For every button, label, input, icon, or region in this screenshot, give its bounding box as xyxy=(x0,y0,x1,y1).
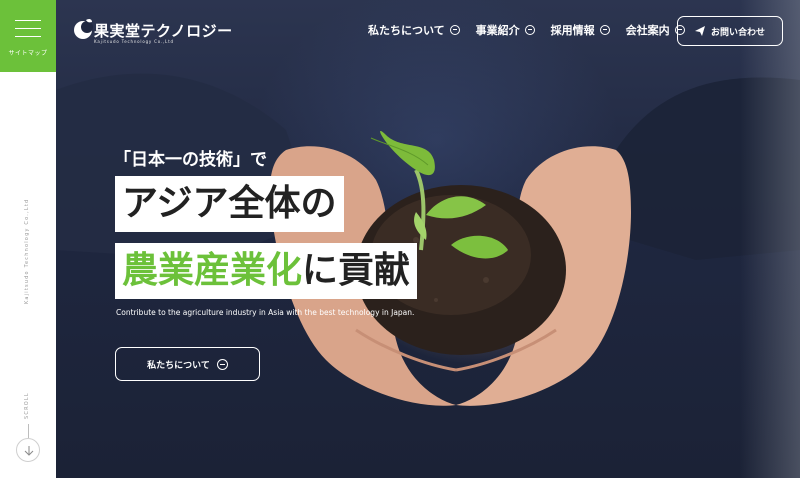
nav-item-label: 採用情報 xyxy=(550,24,595,37)
headline-line-2: 農業産業化に貢献 xyxy=(115,243,418,299)
company-vertical-text: Kajitsudo Technology Co.,Ltd xyxy=(24,198,30,304)
page: サイトマップ Kajitsudo Technology Co.,Ltd SCRO… xyxy=(0,0,800,478)
menu-icon-bar xyxy=(15,28,41,29)
left-rail: サイトマップ Kajitsudo Technology Co.,Ltd SCRO… xyxy=(0,0,56,478)
menu-icon xyxy=(15,20,41,21)
sitemap-menu-button[interactable]: サイトマップ xyxy=(0,0,56,72)
nav-item-label: 私たちについて xyxy=(368,24,445,37)
leaf-logo-icon xyxy=(74,18,93,39)
global-nav: 私たちについて 事業紹介 採用情報 会社案内 xyxy=(368,22,701,38)
hero-edge-fade xyxy=(740,0,800,478)
scroll-line xyxy=(28,424,29,438)
nav-item-label: 事業紹介 xyxy=(475,24,520,37)
hero-subcopy: Contribute to the agriculture industry i… xyxy=(116,308,415,317)
nav-item-recruit[interactable]: 採用情報 xyxy=(551,22,610,38)
headline-dark-text: に貢献 xyxy=(302,250,411,291)
hero-tagline: 「日本一の技術」で xyxy=(114,150,267,170)
headline-green-text: 農業産業化 xyxy=(122,250,303,291)
circle-arrow-icon xyxy=(449,25,460,35)
about-us-button-label: 私たちについて xyxy=(147,360,210,371)
nav-item-company[interactable]: 会社案内 xyxy=(626,22,685,38)
nav-item-label: 会社案内 xyxy=(625,24,670,37)
hero-background xyxy=(56,0,800,478)
nav-item-business[interactable]: 事業紹介 xyxy=(476,22,535,38)
contact-button-label: お問い合わせ xyxy=(710,27,765,38)
sitemap-label: サイトマップ xyxy=(8,50,48,57)
hero-image-seedling-in-hands xyxy=(56,73,800,406)
site-logo[interactable]: 果実堂テクノロジー Kajitsudo Technology Co.,Ltd xyxy=(72,18,232,44)
headline-line-1: アジア全体の xyxy=(115,176,344,232)
about-us-button[interactable]: 私たちについて xyxy=(115,347,260,381)
circle-arrow-icon xyxy=(216,358,228,370)
menu-icon-bar xyxy=(15,36,41,37)
circle-arrow-icon xyxy=(599,25,610,35)
scroll-down-button[interactable] xyxy=(16,438,40,462)
paper-plane-icon xyxy=(694,26,705,36)
logo-name: 果実堂テクノロジー xyxy=(94,22,233,40)
circle-arrow-icon xyxy=(524,25,535,35)
logo-subtitle: Kajitsudo Technology Co.,Ltd xyxy=(94,39,174,44)
nav-item-about[interactable]: 私たちについて xyxy=(368,22,460,38)
arrow-down-icon xyxy=(24,446,34,456)
contact-button[interactable]: お問い合わせ xyxy=(677,16,783,46)
scroll-label: SCROLL xyxy=(24,392,30,419)
